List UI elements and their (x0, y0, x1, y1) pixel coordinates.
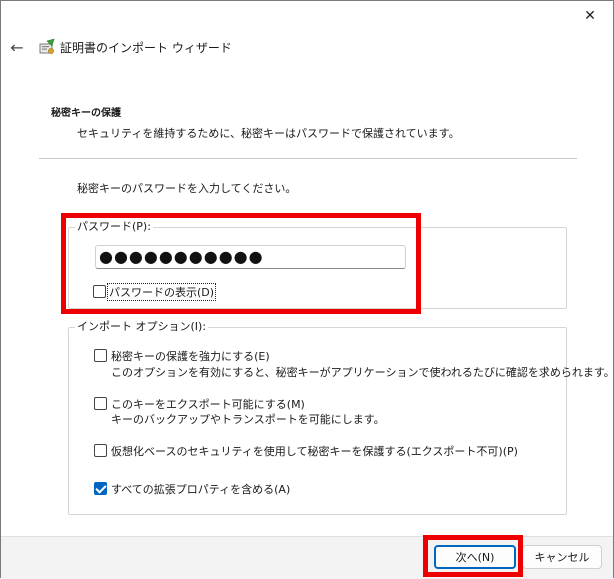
next-button[interactable]: 次へ(N) (434, 545, 516, 569)
strong-protection-checkbox[interactable] (94, 349, 107, 362)
exportable-key-checkbox[interactable] (94, 397, 107, 410)
certificate-import-wizard-window: ✕ ← 証明書のインポート ウィザード 秘密キーの保護 セキュリティを維持するた… (0, 0, 614, 579)
password-group-legend: パスワード(P): (75, 220, 153, 234)
show-password-checkbox[interactable] (93, 285, 106, 298)
password-prompt: 秘密キーのパスワードを入力してください。 (77, 182, 297, 195)
certificate-wizard-icon (39, 38, 55, 54)
header-divider (39, 158, 577, 159)
back-button[interactable]: ← (7, 37, 27, 57)
include-extended-properties-label[interactable]: すべての拡張プロパティを含める(A) (111, 481, 290, 497)
exportable-key-label[interactable]: このキーをエクスポート可能にする(M) (111, 396, 305, 412)
exportable-key-description: キーのバックアップやトランスポートを可能にします。 (111, 413, 385, 426)
wizard-title: 証明書のインポート ウィザード (60, 41, 232, 55)
cancel-button[interactable]: キャンセル (522, 545, 602, 569)
vbs-protection-label[interactable]: 仮想化ベースのセキュリティを使用して秘密キーを保護する(エクスポート不可)(P) (111, 443, 518, 459)
back-arrow-icon: ← (10, 37, 24, 57)
wizard-header: ← 証明書のインポート ウィザード (1, 31, 613, 65)
vbs-protection-checkbox[interactable] (94, 444, 107, 457)
page-heading: 秘密キーの保護 (51, 108, 121, 119)
strong-protection-label[interactable]: 秘密キーの保護を強力にする(E) (111, 348, 270, 364)
show-password-label[interactable]: パスワードの表示(D) (106, 283, 217, 301)
import-options-legend: インポート オプション(I): (75, 320, 209, 334)
include-extended-properties-checkbox[interactable] (94, 482, 107, 495)
page-description: セキュリティを維持するために、秘密キーはパスワードで保護されています。 (77, 127, 460, 140)
close-icon: ✕ (584, 8, 596, 24)
strong-protection-description: このオプションを有効にすると、秘密キーがアプリケーションで使われるたびに確認を求… (111, 366, 614, 379)
password-input[interactable]: ●●●●●●●●●●● (95, 245, 406, 269)
close-button[interactable]: ✕ (567, 1, 613, 31)
